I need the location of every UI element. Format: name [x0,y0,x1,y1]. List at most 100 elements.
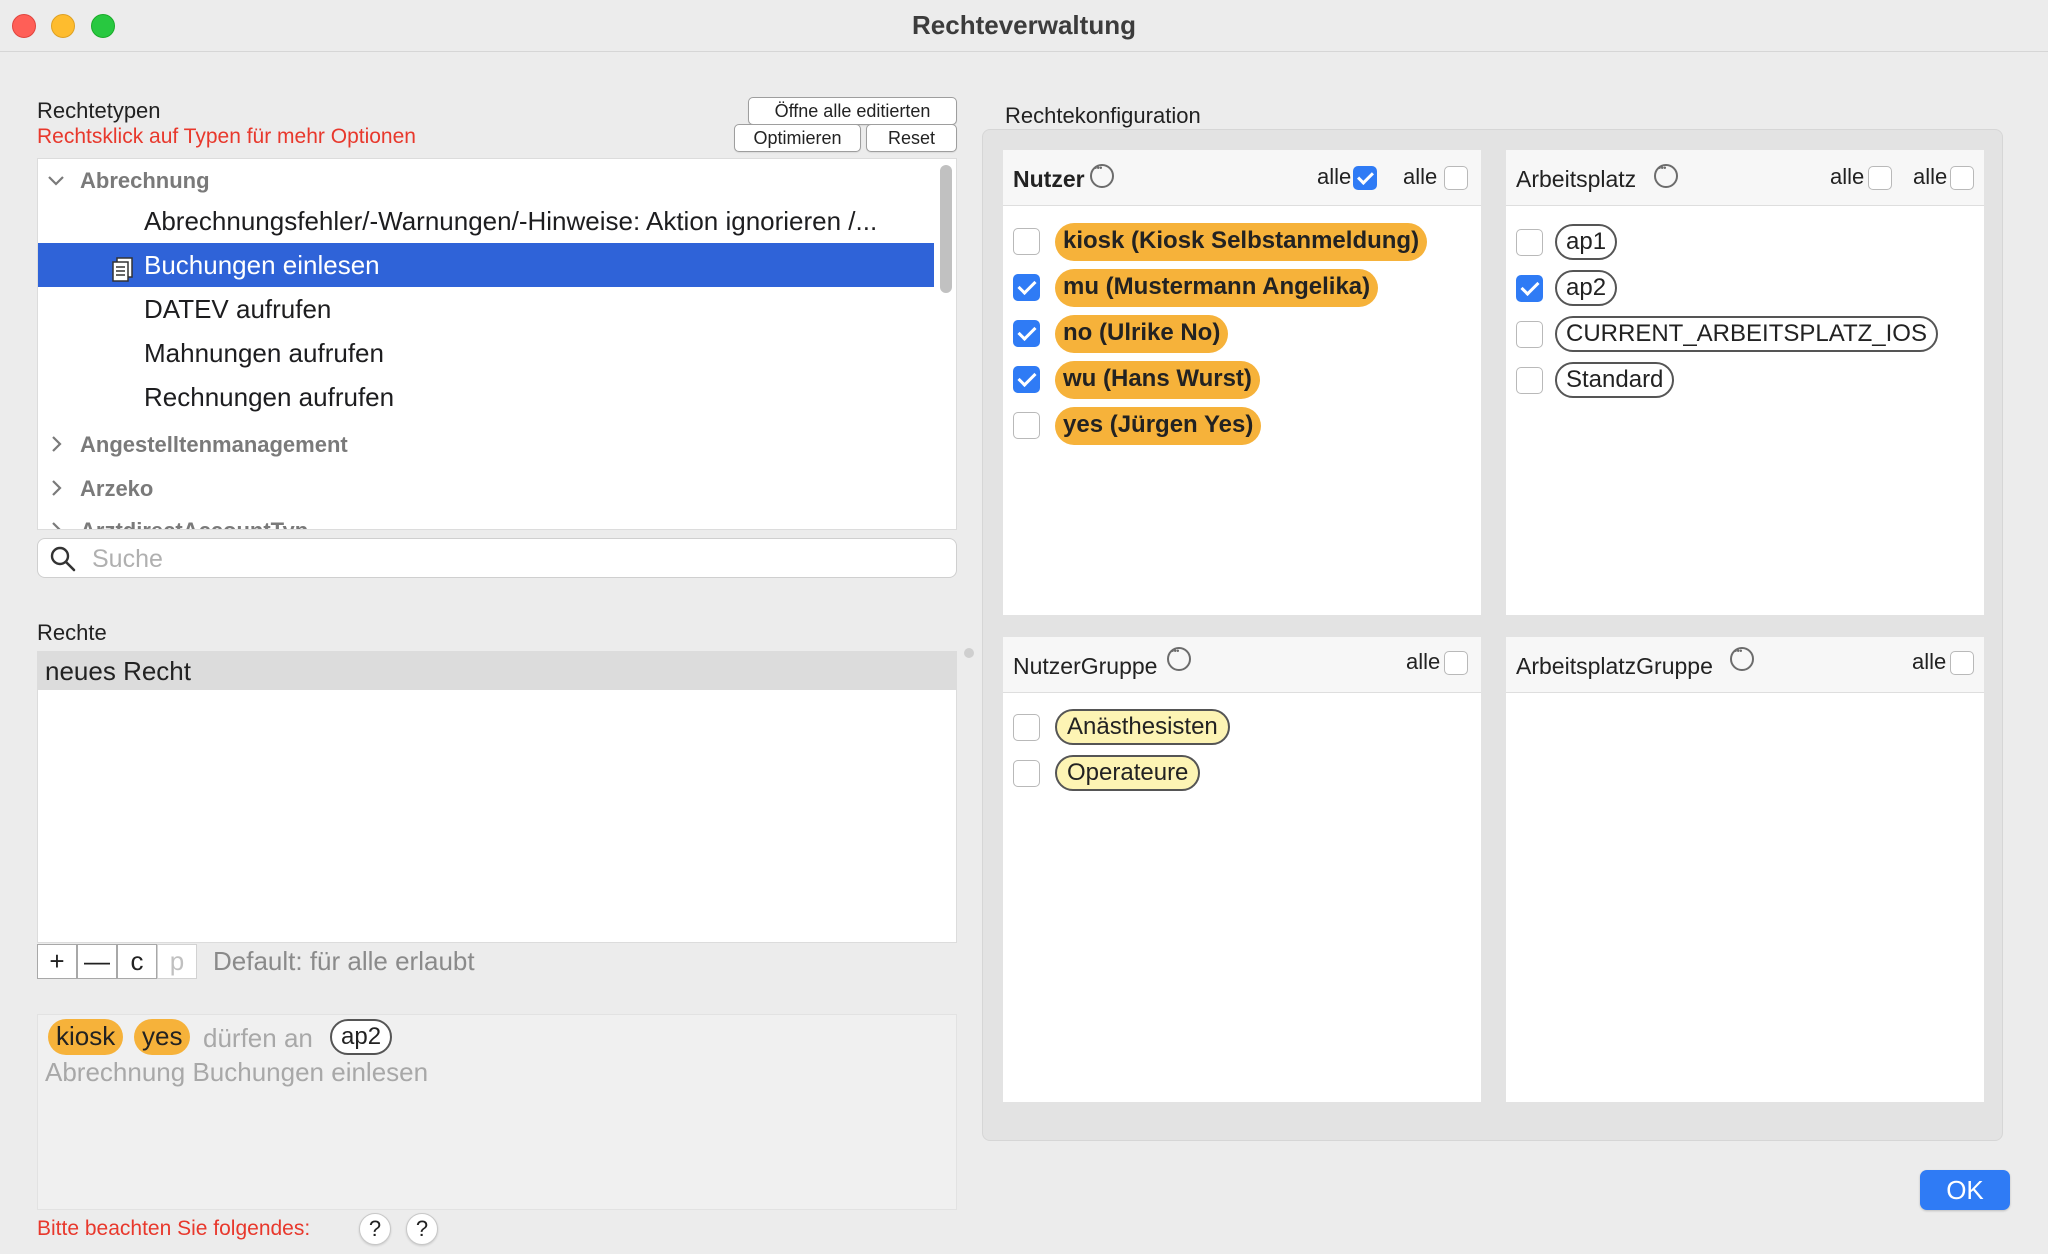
search-placeholder: Suche [92,545,163,573]
alle-label: alle [1912,649,1947,674]
tree-group-arzeko[interactable]: Arzeko [38,467,934,511]
more-options-icon[interactable] [1167,646,1191,671]
tree-item[interactable]: Abrechnungsfehler/-Warnungen/-Hinweise: … [38,199,934,243]
document-icon [112,252,134,282]
panel-header: ArbeitsplatzGruppe alle [1506,637,1984,693]
group-checkbox[interactable] [1013,760,1040,787]
tree-item-selected[interactable]: Buchungen einlesen [38,243,934,287]
workplace-checkbox[interactable] [1516,367,1543,394]
workplace-chip[interactable]: ap2 [1555,270,1618,306]
config-label: Rechtekonfiguration [1005,103,1201,128]
config-area: Nutzer alle alle kiosk (Kiosk Selbstanme… [982,129,2003,1141]
rights-list-item[interactable]: neues Recht [38,652,956,690]
alle-label: alle [1317,164,1352,189]
user-chip[interactable]: yes (Jürgen Yes) [1055,407,1262,445]
rechtetypen-label: Rechtetypen [37,98,161,123]
panel-title: Nutzer [1013,166,1085,192]
summary-description: Abrechnung Buchungen einlesen [45,1057,429,1087]
tree-item[interactable]: Rechnungen aufrufen [38,375,934,419]
help-button[interactable]: ? [406,1213,438,1245]
alle-label: alle [1913,164,1948,189]
user-checkbox[interactable] [1013,228,1040,255]
alle-label: alle [1830,164,1865,189]
user-checkbox[interactable] [1013,320,1040,347]
group-checkbox[interactable] [1013,714,1040,741]
title-bar: Rechteverwaltung [0,0,2048,52]
workplace-chip[interactable]: ap1 [1555,224,1618,260]
select-all-checkbox[interactable] [1353,166,1377,190]
user-checkbox[interactable] [1013,366,1040,393]
copy-right-button[interactable]: c [117,944,157,979]
user-chip[interactable]: mu (Mustermann Angelika) [1055,269,1379,307]
chevron-right-icon[interactable] [42,509,70,529]
split-handle[interactable] [964,648,974,658]
window-title: Rechteverwaltung [912,10,1136,40]
user-checkbox[interactable] [1013,274,1040,301]
ok-button[interactable]: OK [1920,1170,2010,1210]
reset-button[interactable]: Reset [866,124,957,152]
tree-item-label: Buchungen einlesen [144,250,380,280]
tree-item[interactable]: DATEV aufrufen [38,287,934,331]
select-all-checkbox[interactable] [1868,166,1892,190]
tree-group-label: Abrechnung [80,168,210,193]
panel-title: Arbeitsplatz [1516,166,1637,192]
group-chip[interactable]: Operateure [1055,755,1201,791]
summary-user-chip: yes [134,1019,191,1055]
tree-item-label: Mahnungen aufrufen [144,338,384,368]
arbeitsplatzgruppe-panel: ArbeitsplatzGruppe alle [1506,637,1984,1102]
more-options-icon[interactable] [1090,163,1114,188]
context-hint: Rechtsklick auf Typen für mehr Optionen [37,125,416,148]
rechte-label: Rechte [37,620,107,645]
workplace-chip[interactable]: Standard [1555,362,1675,398]
tree-group-abrechnung[interactable]: Abrechnung [38,159,934,203]
tree-group-arztdirect[interactable]: ArztdirectAccountTyp [38,509,934,529]
rights-list[interactable]: neues Recht [37,651,957,943]
tree-scrollbar[interactable] [940,165,952,293]
panel-title: NutzerGruppe [1013,653,1158,679]
workplace-checkbox[interactable] [1516,229,1543,256]
rights-summary: kiosk yes dürfen an ap2 Abrechnung Buchu… [37,1014,957,1210]
help-button[interactable]: ? [359,1213,391,1245]
workplace-checkbox[interactable] [1516,321,1543,348]
user-chip[interactable]: kiosk (Kiosk Selbstanmeldung) [1055,223,1428,261]
paste-right-button[interactable]: p [157,944,197,979]
select-all-checkbox[interactable] [1950,651,1974,675]
user-chip[interactable]: no (Ulrike No) [1055,315,1229,353]
search-icon [50,546,76,572]
tree-group-label: ArztdirectAccountTyp [80,509,308,529]
nutzer-panel: Nutzer alle alle kiosk (Kiosk Selbstanme… [1003,150,1481,615]
workplace-chip[interactable]: CURRENT_ARBEITSPLATZ_IOS [1555,316,1938,352]
rights-window: Rechteverwaltung Rechtetypen Rechtsklick… [0,0,2048,1254]
panel-title: ArbeitsplatzGruppe [1516,653,1713,679]
tree-group-angestelltenmanagement[interactable]: Angestelltenmanagement [38,423,934,467]
tree-group-label: Angestelltenmanagement [80,432,348,457]
tree-group-label: Arzeko [80,476,154,501]
user-checkbox[interactable] [1013,412,1040,439]
tree-item-label: DATEV aufrufen [144,294,332,324]
open-all-edited-button[interactable]: Öffne alle editierten [748,97,957,125]
more-options-icon[interactable] [1730,646,1754,671]
rights-type-tree[interactable]: Abrechnung Abrechnungsfehler/-Warnungen/… [37,158,957,530]
summary-workplace-chip: ap2 [330,1019,393,1055]
user-chip[interactable]: wu (Hans Wurst) [1055,361,1260,399]
summary-text: dürfen an [203,1023,313,1053]
deselect-all-checkbox[interactable] [1950,166,1974,190]
summary-user-chip: kiosk [48,1019,124,1055]
arbeitsplatz-panel: Arbeitsplatz alle alle ap1 ap2 CURRENT_A… [1506,150,1984,615]
notice-text: Bitte beachten Sie folgendes: [37,1217,311,1240]
remove-right-button[interactable]: — [77,944,117,979]
nutzergruppe-panel: NutzerGruppe alle Anästhesisten Operateu… [1003,637,1481,1102]
panel-header: NutzerGruppe alle [1003,637,1481,693]
optimize-button[interactable]: Optimieren [734,124,861,152]
tree-item-label: Rechnungen aufrufen [144,382,395,412]
tree-item-label: Abrechnungsfehler/-Warnungen/-Hinweise: … [144,206,878,236]
panel-header: Arbeitsplatz alle alle [1506,150,1984,206]
add-right-button[interactable]: + [37,944,77,979]
deselect-all-checkbox[interactable] [1444,166,1468,190]
group-chip[interactable]: Anästhesisten [1055,709,1230,745]
search-field[interactable]: Suche [37,538,957,578]
more-options-icon[interactable] [1654,163,1678,188]
tree-item[interactable]: Mahnungen aufrufen [38,331,934,375]
workplace-checkbox[interactable] [1516,275,1543,302]
select-all-checkbox[interactable] [1444,651,1468,675]
